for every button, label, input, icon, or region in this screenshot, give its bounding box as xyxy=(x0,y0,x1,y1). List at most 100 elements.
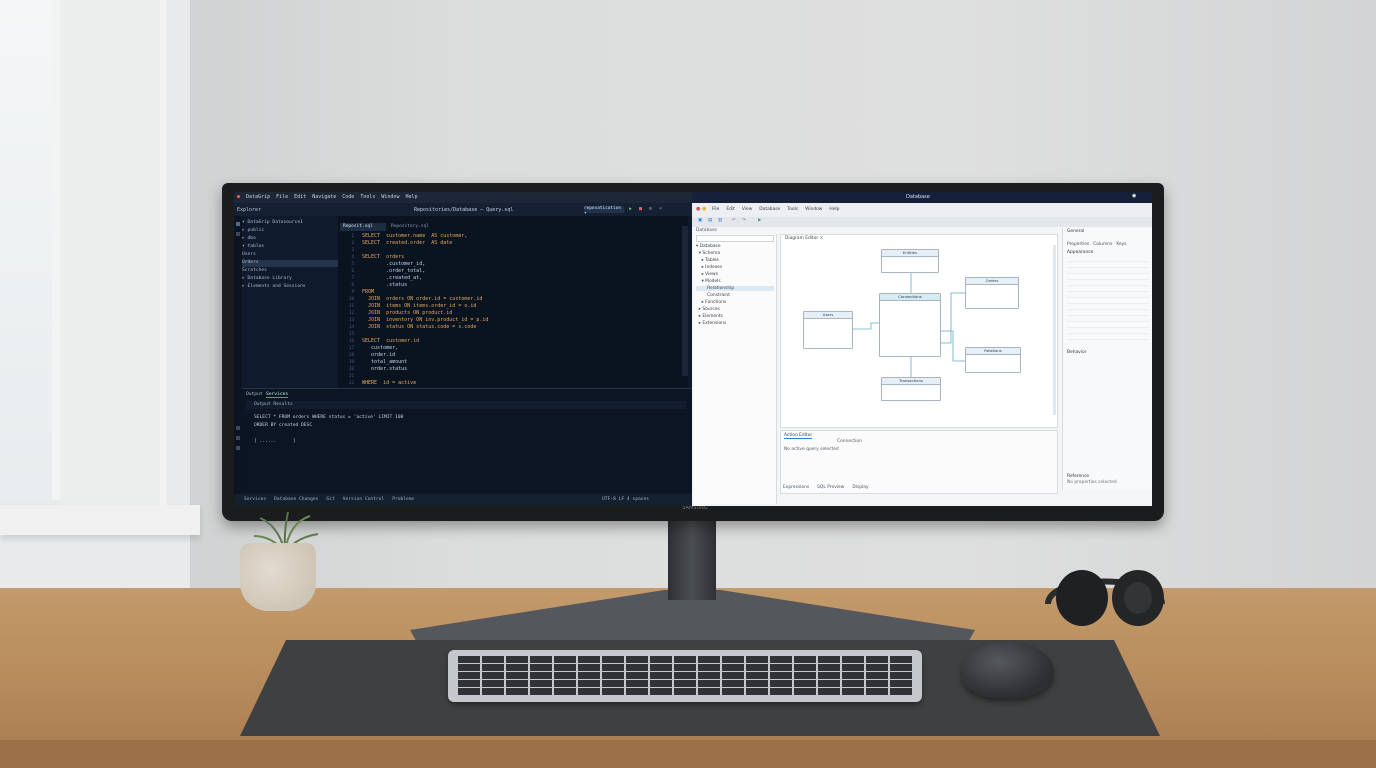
entity-users[interactable]: Users xyxy=(803,311,853,349)
editor-tab-2[interactable]: Repository.sql xyxy=(388,223,429,231)
navigator-item[interactable]: ▸ Sources xyxy=(696,307,774,312)
navigator-item[interactable]: ▾ Models xyxy=(696,279,774,284)
entity-entities[interactable]: Entities xyxy=(881,249,939,273)
navigator-item[interactable]: Constraint xyxy=(696,293,774,298)
project-tree-item[interactable]: ▸ public xyxy=(242,228,338,235)
props-tab[interactable]: Columns xyxy=(1093,242,1112,247)
entity-relations[interactable]: Relations xyxy=(965,347,1021,373)
editor-tab-active[interactable]: Reposit.sql xyxy=(340,223,386,231)
navigator-search[interactable] xyxy=(696,235,774,242)
status-item[interactable]: Services xyxy=(244,497,266,502)
bottom-tab-services[interactable]: Services xyxy=(266,392,289,398)
output-line: ORDER BY created DESC xyxy=(254,423,313,428)
app-menu-item[interactable]: Help xyxy=(829,207,839,212)
project-tree-item[interactable]: ▸ dbo xyxy=(242,236,338,243)
props-tab[interactable]: Keys xyxy=(1116,242,1126,247)
navigator-item[interactable]: ▸ Views xyxy=(696,272,774,277)
property-row[interactable] xyxy=(1067,334,1149,340)
run-icon[interactable]: ▶ xyxy=(629,206,632,212)
ide-menu-item[interactable]: DataGrip xyxy=(246,194,270,200)
navigator-item[interactable]: ▸ Extensions xyxy=(696,321,774,326)
navigator-item[interactable]: ▾ Database xyxy=(696,244,774,249)
undo-icon[interactable]: ↶ xyxy=(732,218,736,223)
project-tree-item[interactable]: ▾ DataGrip Datasource1 xyxy=(242,220,338,227)
navigator-item[interactable]: ▸ Functions xyxy=(696,300,774,305)
project-tool-icon[interactable] xyxy=(236,222,240,226)
git-tool-icon[interactable] xyxy=(236,446,240,450)
navigator-item[interactable]: Relationship xyxy=(696,286,774,291)
status-item[interactable]: Problems xyxy=(392,497,414,502)
ide-menu-item[interactable]: Tools xyxy=(360,194,375,200)
search-icon[interactable]: ⌕ xyxy=(659,206,662,212)
navigator-item[interactable]: ▾ Schema xyxy=(696,251,774,256)
debug-icon[interactable]: ⚙ xyxy=(649,206,652,212)
status-encoding[interactable]: UTF-8 LF 4 spaces xyxy=(602,497,649,502)
save-icon[interactable]: ▥ xyxy=(718,218,722,223)
new-icon[interactable]: ▣ xyxy=(698,218,702,223)
props-tab[interactable]: Properties xyxy=(1067,242,1089,247)
ide-status-bar: Services Database Changes Git Version Contr… xyxy=(234,494,692,506)
app-menu-item[interactable]: Tools xyxy=(787,207,798,212)
status-item[interactable]: Version Control xyxy=(343,497,385,502)
line-number: 18 xyxy=(348,352,354,357)
structure-tool-icon[interactable] xyxy=(236,232,240,236)
code-line: FROM xyxy=(362,289,375,295)
action-editor-tab[interactable]: Action Editor xyxy=(784,433,813,439)
ide-menu-item[interactable]: Help xyxy=(405,194,417,200)
bottom-tab-output[interactable]: Output xyxy=(246,392,263,397)
bottom-panel-tab[interactable]: Expressions xyxy=(783,485,809,490)
bottom-panel-tab[interactable]: Display xyxy=(852,485,868,490)
line-number: 16 xyxy=(348,338,354,343)
run-config-dropdown[interactable]: reposatication ▾ xyxy=(584,206,624,216)
app-menu-item[interactable]: Database xyxy=(759,207,780,212)
minimize-window-icon[interactable]: ● xyxy=(702,206,706,212)
window-control-icon[interactable]: ◉ xyxy=(1132,193,1136,199)
ide-menu-item[interactable]: Edit xyxy=(294,194,306,200)
entity-connections[interactable]: Connections xyxy=(879,293,941,357)
line-number: 1 xyxy=(351,233,354,238)
ide-menu-item[interactable]: Window xyxy=(381,194,399,200)
connection-tab[interactable]: Connection xyxy=(837,439,862,444)
code-editor[interactable]: Reposit.sql Repository.sql 1 SELECT custo… xyxy=(338,216,688,388)
stop-icon[interactable]: ■ xyxy=(639,206,642,212)
execute-icon[interactable]: ▶ xyxy=(758,218,761,223)
project-tree-item[interactable]: ▸ Elements and Sessions xyxy=(242,284,338,291)
project-tree-item[interactable]: ▸ Database Library xyxy=(242,276,338,283)
database-app-window: Database ◉ ● ● File Edit View Database Tools… xyxy=(692,192,1152,506)
terminal-tool-icon[interactable] xyxy=(236,426,240,430)
close-window-icon[interactable]: ● xyxy=(696,206,700,212)
status-item[interactable]: Git xyxy=(326,497,334,502)
open-icon[interactable]: ▤ xyxy=(708,218,712,223)
project-tree-item[interactable]: Scratches xyxy=(242,268,338,275)
code-line: .customer_id, xyxy=(362,261,426,267)
project-tree-item[interactable]: Users xyxy=(242,252,338,259)
code-line: SELECT customer.id xyxy=(362,338,420,344)
erd-diagram-canvas[interactable]: Diagram Editor × Entities Users Connecti… xyxy=(780,234,1058,428)
editor-scrollbar[interactable] xyxy=(682,226,688,376)
code-line: total_amount xyxy=(362,359,408,365)
app-menu-item[interactable]: File xyxy=(712,207,719,212)
entity-orders[interactable]: Orders xyxy=(965,277,1019,309)
status-item[interactable]: Database Changes xyxy=(274,497,318,502)
app-menu-item[interactable]: Edit xyxy=(726,207,735,212)
navigator-item[interactable]: ▸ Elements xyxy=(696,314,774,319)
entity-transactions[interactable]: Transactions xyxy=(881,377,941,401)
bottom-panel-tab[interactable]: SQL Preview xyxy=(817,485,844,490)
canvas-scrollbar[interactable] xyxy=(1053,245,1056,415)
ide-menu-item[interactable]: Navigate xyxy=(312,194,336,200)
redo-icon[interactable]: ↷ xyxy=(742,218,746,223)
project-tree-item[interactable]: ▾ tables xyxy=(242,244,338,251)
line-number: 8 xyxy=(351,282,354,287)
problems-tool-icon[interactable] xyxy=(236,436,240,440)
ide-menu-item[interactable]: Code xyxy=(342,194,354,200)
mouse xyxy=(962,642,1054,698)
bottom-tool-window: Output Services Output Results SELECT * … xyxy=(242,388,692,493)
app-menu-item[interactable]: View xyxy=(742,207,752,212)
app-menu-item[interactable]: Window xyxy=(805,207,822,212)
ide-menu-item[interactable]: File xyxy=(276,194,288,200)
project-tree-item[interactable]: Orders xyxy=(242,260,338,267)
code-lines: 1 SELECT customer.name AS customer, 2 SELEC… xyxy=(338,233,688,388)
navigator-item[interactable]: ▸ Indexes xyxy=(696,265,774,270)
navigator-item[interactable]: ▸ Tables xyxy=(696,258,774,263)
project-label[interactable]: Explorer xyxy=(237,207,261,213)
